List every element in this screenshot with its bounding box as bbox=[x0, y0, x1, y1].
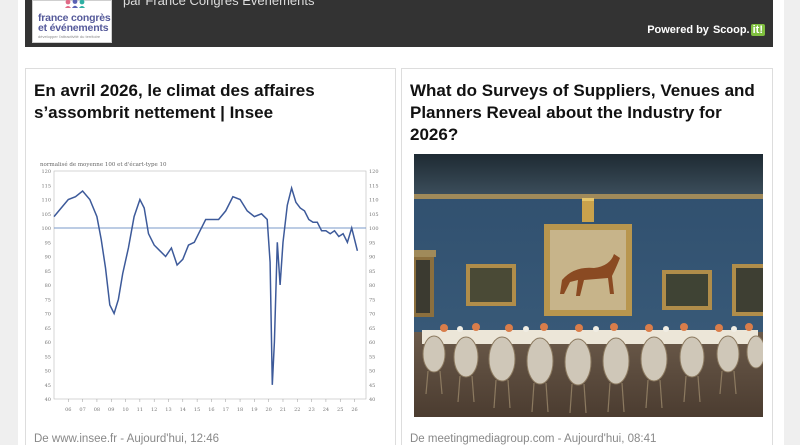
logo-line2: et événements bbox=[38, 22, 109, 34]
y-tick-label-right: 75 bbox=[369, 297, 375, 303]
x-tick-label: 26 bbox=[351, 407, 357, 413]
y-tick-label-right: 40 bbox=[369, 397, 375, 403]
business-climate-chart[interactable]: normalisé de moyenne 100 et d'écart-type… bbox=[34, 155, 384, 421]
x-tick-label: 06 bbox=[65, 407, 71, 413]
y-tick-label-left: 120 bbox=[41, 169, 51, 175]
y-tick-label-right: 90 bbox=[369, 255, 375, 261]
y-tick-label-right: 95 bbox=[369, 240, 375, 246]
y-tick-label-left: 40 bbox=[45, 397, 51, 403]
x-tick-label: 19 bbox=[251, 407, 257, 413]
y-tick-label-right: 80 bbox=[369, 283, 375, 289]
y-tick-label-right: 120 bbox=[369, 169, 379, 175]
chart-svg: normalisé de moyenne 100 et d'écart-type… bbox=[40, 161, 379, 413]
x-tick-label: 07 bbox=[79, 407, 85, 413]
scoopit-brand-suffix: it! bbox=[750, 24, 765, 36]
x-tick-label: 12 bbox=[151, 407, 157, 413]
card-title[interactable]: What do Surveys of Suppliers, Venues and… bbox=[410, 80, 764, 146]
series-line bbox=[53, 185, 359, 385]
scoop-card-insee[interactable]: En avril 2026, le climat des affaires s’… bbox=[25, 68, 396, 445]
y-tick-label-right: 55 bbox=[369, 354, 375, 360]
y-tick-label-left: 50 bbox=[45, 369, 51, 375]
x-tick-label: 15 bbox=[194, 407, 200, 413]
curated-by-text: par France Congrès Evénements bbox=[123, 0, 315, 8]
france-congres-logo[interactable]: france congrès et événements développer … bbox=[32, 0, 112, 43]
chart-y-axis-label: normalisé de moyenne 100 et d'écart-type… bbox=[40, 161, 167, 168]
card-source[interactable]: De www.insee.fr - Aujourd'hui, 12:46 bbox=[34, 433, 219, 445]
y-tick-label-right: 70 bbox=[369, 312, 375, 318]
museum-gallery-photo[interactable] bbox=[414, 154, 763, 417]
y-tick-label-right: 85 bbox=[369, 269, 375, 275]
x-tick-label: 20 bbox=[265, 407, 271, 413]
x-tick-label: 24 bbox=[323, 407, 329, 413]
x-tick-label: 17 bbox=[223, 407, 229, 413]
y-tick-label-left: 55 bbox=[45, 354, 51, 360]
y-tick-label-left: 95 bbox=[45, 240, 51, 246]
y-tick-label-left: 110 bbox=[41, 198, 51, 204]
x-tick-label: 25 bbox=[337, 407, 343, 413]
x-tick-label: 23 bbox=[308, 407, 314, 413]
scoopit-brand: Scoop. bbox=[712, 24, 750, 36]
logo-text: france congrès et événements bbox=[38, 13, 111, 34]
y-tick-label-left: 100 bbox=[41, 226, 51, 232]
y-tick-label-right: 110 bbox=[369, 198, 379, 204]
powered-by-label: Powered by bbox=[647, 24, 709, 36]
y-tick-label-left: 45 bbox=[45, 383, 51, 389]
y-tick-label-right: 50 bbox=[369, 369, 375, 375]
x-tick-label: 21 bbox=[280, 407, 286, 413]
y-tick-label-left: 105 bbox=[41, 212, 51, 218]
y-tick-label-left: 75 bbox=[45, 297, 51, 303]
x-tick-label: 08 bbox=[94, 407, 100, 413]
chart-plot-area bbox=[53, 170, 367, 400]
card-source[interactable]: De meetingmediagroup.com - Aujourd'hui, … bbox=[410, 433, 656, 445]
y-tick-label-right: 105 bbox=[369, 212, 379, 218]
logo-subtitle: développer l'attractivité du territoire bbox=[38, 34, 101, 39]
y-tick-label-left: 90 bbox=[45, 255, 51, 261]
y-tick-label-left: 70 bbox=[45, 312, 51, 318]
y-tick-label-left: 65 bbox=[45, 326, 51, 332]
x-tick-label: 18 bbox=[237, 407, 243, 413]
y-tick-label-left: 85 bbox=[45, 269, 51, 275]
x-tick-label: 11 bbox=[137, 407, 143, 413]
y-tick-label-right: 100 bbox=[369, 226, 379, 232]
powered-by-scoopit[interactable]: Powered by Scoop. it! bbox=[647, 24, 765, 36]
y-tick-label-left: 80 bbox=[45, 283, 51, 289]
scoopit-logo[interactable]: Scoop. it! bbox=[713, 24, 765, 36]
y-tick-label-right: 60 bbox=[369, 340, 375, 346]
museum-gallery-image bbox=[414, 154, 763, 417]
x-tick-label: 14 bbox=[180, 407, 186, 413]
topic-header: france congrès et événements développer … bbox=[25, 0, 773, 47]
x-tick-label: 10 bbox=[122, 407, 128, 413]
y-tick-label-right: 45 bbox=[369, 383, 375, 389]
y-tick-label-right: 115 bbox=[369, 183, 379, 189]
y-tick-label-left: 60 bbox=[45, 340, 51, 346]
y-tick-label-right: 65 bbox=[369, 326, 375, 332]
scoop-card-meetingmedia[interactable]: What do Surveys of Suppliers, Venues and… bbox=[401, 68, 773, 445]
people-logo-icon bbox=[65, 0, 85, 8]
x-tick-label: 13 bbox=[165, 407, 171, 413]
y-tick-label-left: 115 bbox=[41, 183, 51, 189]
card-title[interactable]: En avril 2026, le climat des affaires s’… bbox=[34, 80, 387, 124]
x-tick-label: 09 bbox=[108, 407, 114, 413]
x-tick-label: 22 bbox=[294, 407, 300, 413]
x-tick-label: 16 bbox=[208, 407, 214, 413]
